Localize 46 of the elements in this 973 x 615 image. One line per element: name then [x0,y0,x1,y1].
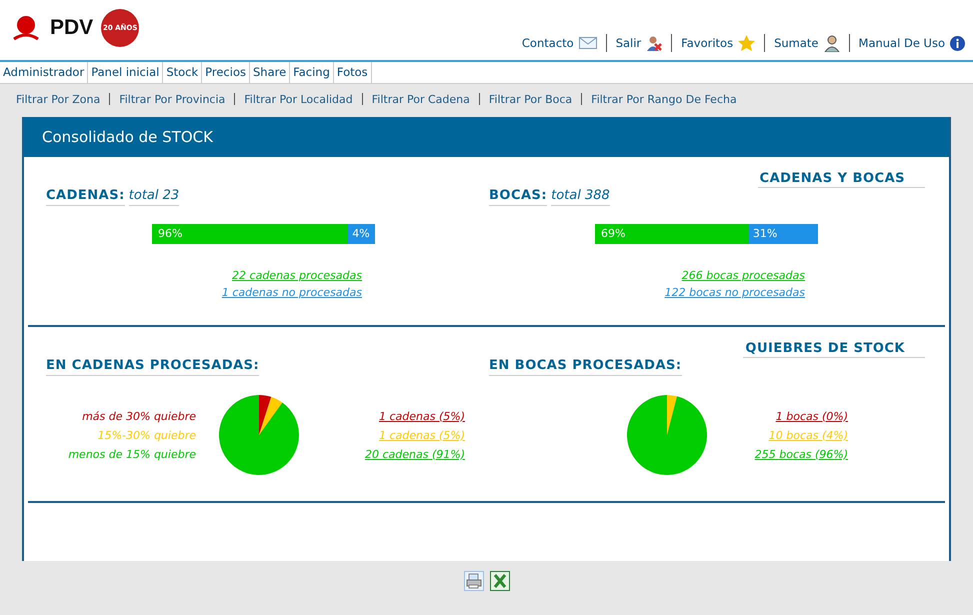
menu-tab[interactable]: Panel inicial [88,62,164,83]
total-label: total 388 [551,188,610,206]
percent-label: 31% [752,227,778,240]
section-heading: CADENAS Y BOCAS [758,171,925,188]
panel-title: Consolidado de STOCK [24,117,949,157]
user-icon [824,34,840,52]
filter-link[interactable]: Filtrar Por Rango De Fecha [591,92,737,106]
menu-tab[interactable]: Fotos [334,62,372,83]
filter-link[interactable]: Filtrar Por Zona [16,92,100,106]
header-link[interactable]: Salir [616,36,642,50]
header-link[interactable]: Sumate [774,36,819,50]
block-heading: BOCAS: [489,188,548,206]
user-remove-icon [646,35,662,51]
percent-label: 69% [601,227,626,240]
section-heading: QUIEBRES DE STOCK [743,341,925,358]
menu-tab[interactable]: Share [250,62,290,83]
filter-link[interactable]: Filtrar Por Boca [488,92,572,106]
total-label: total 23 [128,188,180,206]
count-link[interactable]: 122 bocas no procesadas [664,286,805,299]
percent-label: 96% [158,227,182,240]
menu-tab[interactable]: Precios [202,62,250,83]
header-link[interactable]: Manual De Uso [858,36,945,50]
spreadsheet-icon[interactable] [490,571,510,591]
legend-label: 15%-30% quiebre [98,428,196,442]
filter-link[interactable]: Filtrar Por Cadena [372,92,470,106]
info-icon [950,36,965,50]
legend-label: menos de 15% quiebre [68,448,196,460]
count-link[interactable]: 1 bocas (0%) [776,410,848,422]
menu-tab[interactable]: Stock [163,62,202,83]
percent-label: 4% [352,227,370,240]
header-link[interactable]: Contacto [522,36,574,50]
menu-tab[interactable]: Facing [290,62,334,83]
header-link[interactable]: Favoritos [681,36,734,50]
block-heading: EN CADENAS PROCESADAS: [46,358,260,376]
menu-tab[interactable]: Administrador [0,62,88,83]
logo-text: PDV [50,16,94,40]
count-link[interactable]: 1 cadenas (5%) [378,410,465,422]
filter-link[interactable]: Filtrar Por Provincia [119,92,226,106]
count-link[interactable]: 1 cadenas no procesadas [222,286,362,299]
block-heading: CADENAS: [46,188,125,206]
block-heading: EN BOCAS PROCESADAS: [489,358,682,376]
printer-icon[interactable] [464,571,484,591]
envelope-icon [578,37,597,49]
filter-link[interactable]: Filtrar Por Localidad [244,92,353,106]
star-icon [738,35,756,51]
legend-label: más de 30% quiebre [82,410,196,422]
